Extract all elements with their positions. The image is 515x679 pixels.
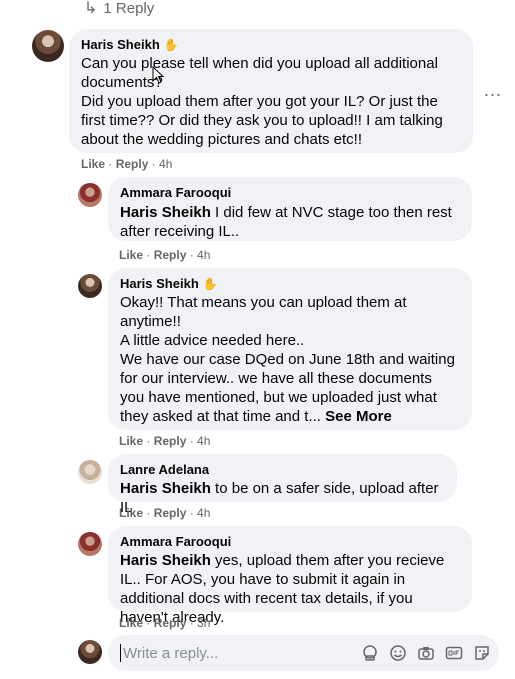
view-replies-label: 1 Reply bbox=[103, 0, 155, 17]
comment-bubble: Lanre Adelana Haris Sheikh to be on a sa… bbox=[108, 454, 457, 516]
timestamp[interactable]: 4h bbox=[159, 157, 172, 171]
like-link[interactable]: Like bbox=[119, 434, 143, 448]
avatar-sticker-icon[interactable] bbox=[361, 644, 379, 662]
comment-actions: Like · Reply · 4h bbox=[119, 506, 211, 520]
mention-link[interactable]: Haris Sheikh bbox=[120, 552, 211, 569]
comment-author[interactable]: Haris Sheikh ✋ bbox=[120, 276, 460, 292]
timestamp[interactable]: 4h bbox=[197, 248, 210, 262]
comment-actions: Like · Reply · 3h bbox=[119, 616, 211, 630]
comment-bubble: Ammara Farooqui Haris Sheikh I did few a… bbox=[108, 177, 472, 241]
mention-link[interactable]: Haris Sheikh bbox=[120, 204, 211, 221]
like-link[interactable]: Like bbox=[119, 248, 143, 262]
gif-icon[interactable] bbox=[445, 644, 463, 662]
comment-author[interactable]: Haris Sheikh ✋ bbox=[81, 37, 461, 53]
comment-text: Okay!! That means you can upload them at… bbox=[120, 294, 455, 425]
avatar[interactable] bbox=[32, 30, 64, 62]
comment-bubble: Haris Sheikh ✋ Okay!! That means you can… bbox=[108, 268, 472, 430]
see-more-link[interactable]: See More bbox=[325, 408, 392, 425]
reply-input[interactable]: Write a reply... bbox=[108, 635, 499, 671]
like-link[interactable]: Like bbox=[81, 157, 105, 171]
comment-actions: Like · Reply · 4h bbox=[119, 248, 211, 262]
reply-link[interactable]: Reply bbox=[154, 506, 187, 520]
comment-actions: Like · Reply · 4h bbox=[119, 434, 211, 448]
reply-link[interactable]: Reply bbox=[116, 157, 149, 171]
cursor-icon bbox=[152, 66, 164, 84]
avatar[interactable] bbox=[78, 532, 102, 556]
avatar[interactable] bbox=[78, 183, 102, 207]
comment-actions: Like · Reply · 4h bbox=[81, 157, 173, 171]
reply-link[interactable]: Reply bbox=[154, 248, 187, 262]
like-link[interactable]: Like bbox=[119, 506, 143, 520]
reply-placeholder[interactable]: Write a reply... bbox=[123, 645, 361, 662]
more-options-icon[interactable]: ... bbox=[484, 80, 502, 101]
wave-icon: ✋ bbox=[163, 38, 179, 52]
reply-tools bbox=[361, 644, 491, 662]
timestamp[interactable]: 4h bbox=[197, 506, 210, 520]
text-caret bbox=[120, 644, 121, 662]
reply-arrow-icon: ↳ bbox=[84, 0, 98, 17]
avatar[interactable] bbox=[78, 274, 102, 298]
sticker-icon[interactable] bbox=[473, 644, 491, 662]
current-user-avatar[interactable] bbox=[78, 640, 102, 664]
comment-text: Can you please tell when did you upload … bbox=[81, 55, 443, 148]
comment-bubble: Ammara Farooqui Haris Sheikh yes, upload… bbox=[108, 526, 472, 626]
view-replies-link[interactable]: ↳ 1 Reply bbox=[84, 0, 154, 18]
wave-icon: ✋ bbox=[202, 277, 218, 291]
camera-icon[interactable] bbox=[417, 644, 435, 662]
timestamp[interactable]: 3h bbox=[197, 616, 210, 630]
mention-link[interactable]: Haris Sheikh bbox=[120, 480, 211, 497]
timestamp[interactable]: 4h bbox=[197, 434, 210, 448]
comment-bubble: Haris Sheikh ✋ Can you please tell when … bbox=[69, 29, 473, 153]
like-link[interactable]: Like bbox=[119, 616, 143, 630]
reply-link[interactable]: Reply bbox=[154, 434, 187, 448]
emoji-icon[interactable] bbox=[389, 644, 407, 662]
comment-author[interactable]: Lanre Adelana bbox=[120, 462, 445, 478]
comment-author[interactable]: Ammara Farooqui bbox=[120, 534, 460, 550]
avatar[interactable] bbox=[78, 460, 102, 484]
comment-author[interactable]: Ammara Farooqui bbox=[120, 185, 460, 201]
reply-link[interactable]: Reply bbox=[154, 616, 187, 630]
comment-text: Haris Sheikh I did few at NVC stage too … bbox=[120, 204, 452, 240]
